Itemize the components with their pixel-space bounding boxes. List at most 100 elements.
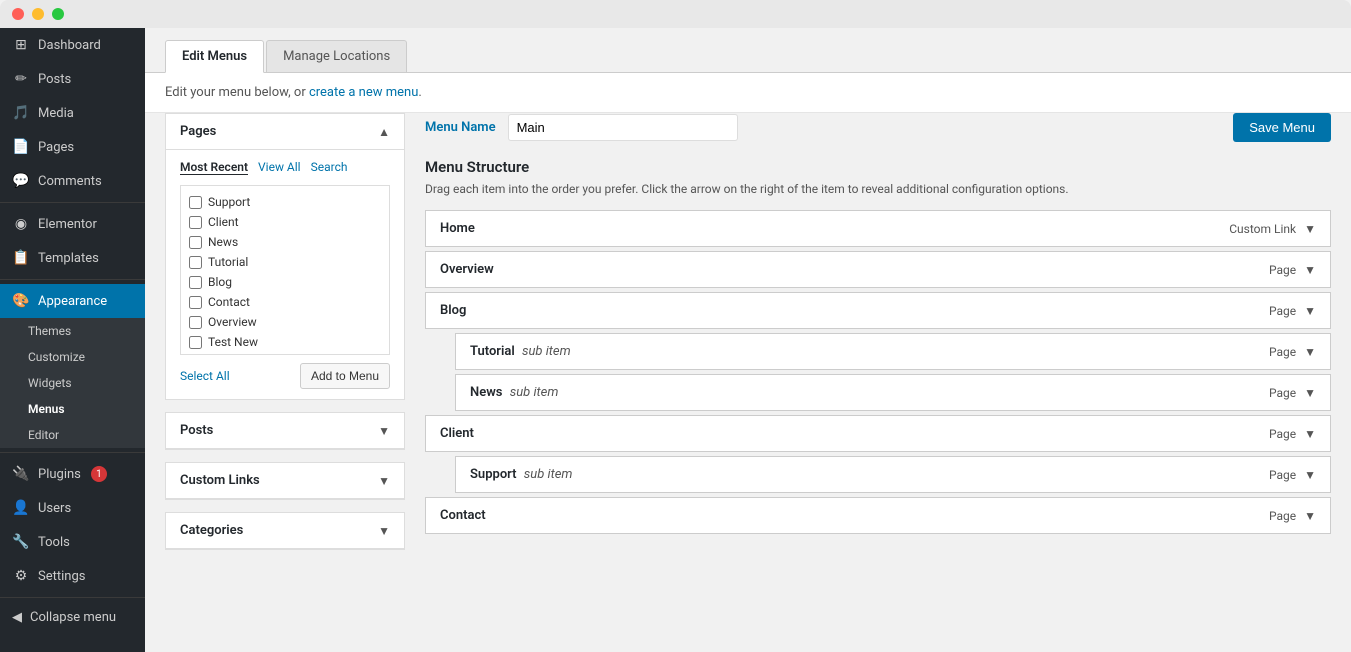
pages-list-item-support[interactable]: Support (189, 192, 381, 212)
menu-item-home[interactable]: Home Custom Link ▼ (425, 210, 1331, 247)
sidebar-item-comments[interactable]: 💬 Comments (0, 164, 145, 198)
sidebar-item-media[interactable]: 🎵 Media (0, 96, 145, 130)
menu-item-contact-arrow[interactable]: ▼ (1304, 509, 1316, 523)
pages-tab-view-all[interactable]: View All (258, 160, 301, 175)
menu-item-overview-arrow[interactable]: ▼ (1304, 263, 1316, 277)
pages-checkbox-support[interactable] (189, 196, 202, 209)
sidebar-item-appearance[interactable]: 🎨 Appearance (0, 284, 145, 318)
sidebar-item-elementor[interactable]: ◉ Elementor (0, 207, 145, 241)
pages-checkbox-test-new[interactable] (189, 336, 202, 349)
pages-section-header[interactable]: Pages ▲ (166, 114, 404, 150)
sidebar-sub-widgets[interactable]: Widgets (0, 370, 145, 396)
menu-item-client[interactable]: Client Page ▼ (425, 415, 1331, 452)
close-button-dot[interactable] (12, 8, 24, 20)
templates-icon: 📋 (12, 249, 30, 267)
categories-section-header[interactable]: Categories ▼ (166, 513, 404, 549)
minimize-button-dot[interactable] (32, 8, 44, 20)
menu-item-overview[interactable]: Overview Page ▼ (425, 251, 1331, 288)
menu-item-support-right: Page ▼ (1269, 468, 1316, 482)
pages-tab-most-recent[interactable]: Most Recent (180, 160, 248, 175)
menu-item-news[interactable]: News sub item Page ▼ (455, 374, 1331, 411)
pages-checkbox-contact[interactable] (189, 296, 202, 309)
menu-item-blog-arrow[interactable]: ▼ (1304, 304, 1316, 318)
select-all-link[interactable]: Select All (180, 369, 230, 383)
posts-section-title: Posts (180, 423, 213, 438)
posts-icon: ✏ (12, 70, 30, 88)
pages-section: Pages ▲ Most Recent View All Search Supp… (165, 113, 405, 400)
pages-list-item-test-new[interactable]: Test New (189, 332, 381, 352)
create-menu-link[interactable]: create a new menu (309, 85, 418, 100)
info-text-after: . (418, 85, 421, 100)
sidebar-item-plugins[interactable]: 🔌 Plugins 1 (0, 457, 145, 491)
menu-name-input[interactable] (508, 114, 738, 141)
maximize-button-dot[interactable] (52, 8, 64, 20)
pages-checkbox-client[interactable] (189, 216, 202, 229)
menu-item-support-type: Page (1269, 468, 1296, 482)
tab-edit-menus[interactable]: Edit Menus (165, 40, 264, 73)
menu-item-news-right: Page ▼ (1269, 386, 1316, 400)
sidebar-item-posts[interactable]: ✏ Posts (0, 62, 145, 96)
tabs-bar: Edit Menus Manage Locations (145, 28, 1351, 73)
menu-item-news-label: News sub item (470, 385, 558, 400)
sidebar-item-users[interactable]: 👤 Users (0, 491, 145, 525)
pages-tabs: Most Recent View All Search (180, 160, 390, 175)
pages-list-item-tutorial[interactable]: Tutorial (189, 252, 381, 272)
sidebar-item-templates[interactable]: 📋 Templates (0, 241, 145, 275)
sidebar-item-label: Templates (38, 251, 99, 266)
pages-list-item-overview[interactable]: Overview (189, 312, 381, 332)
menu-item-blog-label: Blog (440, 303, 466, 318)
sidebar-sub-editor[interactable]: Editor (0, 422, 145, 448)
menu-item-news-type: Page (1269, 386, 1296, 400)
plugins-badge: 1 (91, 466, 107, 482)
pages-list-item-contact[interactable]: Contact (189, 292, 381, 312)
pages-checkbox-news[interactable] (189, 236, 202, 249)
pages-checkbox-overview[interactable] (189, 316, 202, 329)
menu-item-blog[interactable]: Blog Page ▼ (425, 292, 1331, 329)
sidebar-item-settings[interactable]: ⚙ Settings (0, 559, 145, 593)
pages-list-item-client[interactable]: Client (189, 212, 381, 232)
elementor-icon: ◉ (12, 215, 30, 233)
sidebar-sub-themes[interactable]: Themes (0, 318, 145, 344)
appearance-submenu: Themes Customize Widgets Menus Editor (0, 318, 145, 448)
menu-item-news-arrow[interactable]: ▼ (1304, 386, 1316, 400)
tab-manage-locations[interactable]: Manage Locations (266, 40, 407, 72)
pages-section-title: Pages (180, 124, 216, 139)
menu-item-home-label: Home (440, 221, 475, 236)
menu-item-tutorial-right: Page ▼ (1269, 345, 1316, 359)
menu-item-contact[interactable]: Contact Page ▼ (425, 497, 1331, 534)
menu-item-client-arrow[interactable]: ▼ (1304, 427, 1316, 441)
menu-item-support[interactable]: Support sub item Page ▼ (455, 456, 1331, 493)
menu-name-label: Menu Name (425, 120, 496, 135)
posts-collapse-arrow: ▼ (378, 424, 390, 438)
sidebar-sub-customize[interactable]: Customize (0, 344, 145, 370)
menu-item-tutorial-type: Page (1269, 345, 1296, 359)
menu-item-tutorial-sub-text: sub item (522, 344, 571, 359)
sidebar-item-dashboard[interactable]: ⊞ Dashboard (0, 28, 145, 62)
window-chrome (0, 0, 1351, 28)
menu-item-tutorial[interactable]: Tutorial sub item Page ▼ (455, 333, 1331, 370)
sidebar-item-label: Comments (38, 174, 102, 189)
pages-label-tutorial: Tutorial (208, 255, 248, 269)
sidebar-sub-menus[interactable]: Menus (0, 396, 145, 422)
plugins-icon: 🔌 (12, 465, 30, 483)
save-menu-button[interactable]: Save Menu (1233, 113, 1331, 142)
posts-section: Posts ▼ (165, 412, 405, 450)
categories-section-title: Categories (180, 523, 243, 538)
pages-list-item-blog[interactable]: Blog (189, 272, 381, 292)
pages-checkbox-tutorial[interactable] (189, 256, 202, 269)
sidebar-item-pages[interactable]: 📄 Pages (0, 130, 145, 164)
menu-item-support-sub-text: sub item (524, 467, 573, 482)
pages-tab-search[interactable]: Search (311, 160, 348, 175)
pages-checkbox-blog[interactable] (189, 276, 202, 289)
menu-item-tutorial-arrow[interactable]: ▼ (1304, 345, 1316, 359)
posts-section-header[interactable]: Posts ▼ (166, 413, 404, 449)
add-to-menu-button[interactable]: Add to Menu (300, 363, 390, 389)
sidebar-item-label: Settings (38, 569, 85, 584)
menu-item-home-arrow[interactable]: ▼ (1304, 222, 1316, 236)
sidebar-item-tools[interactable]: 🔧 Tools (0, 525, 145, 559)
menu-item-support-arrow[interactable]: ▼ (1304, 468, 1316, 482)
collapse-menu-button[interactable]: ◀ Collapse menu (0, 602, 145, 633)
custom-links-section-header[interactable]: Custom Links ▼ (166, 463, 404, 499)
pages-list-item-news[interactable]: News (189, 232, 381, 252)
menu-item-home-right: Custom Link ▼ (1229, 222, 1316, 236)
